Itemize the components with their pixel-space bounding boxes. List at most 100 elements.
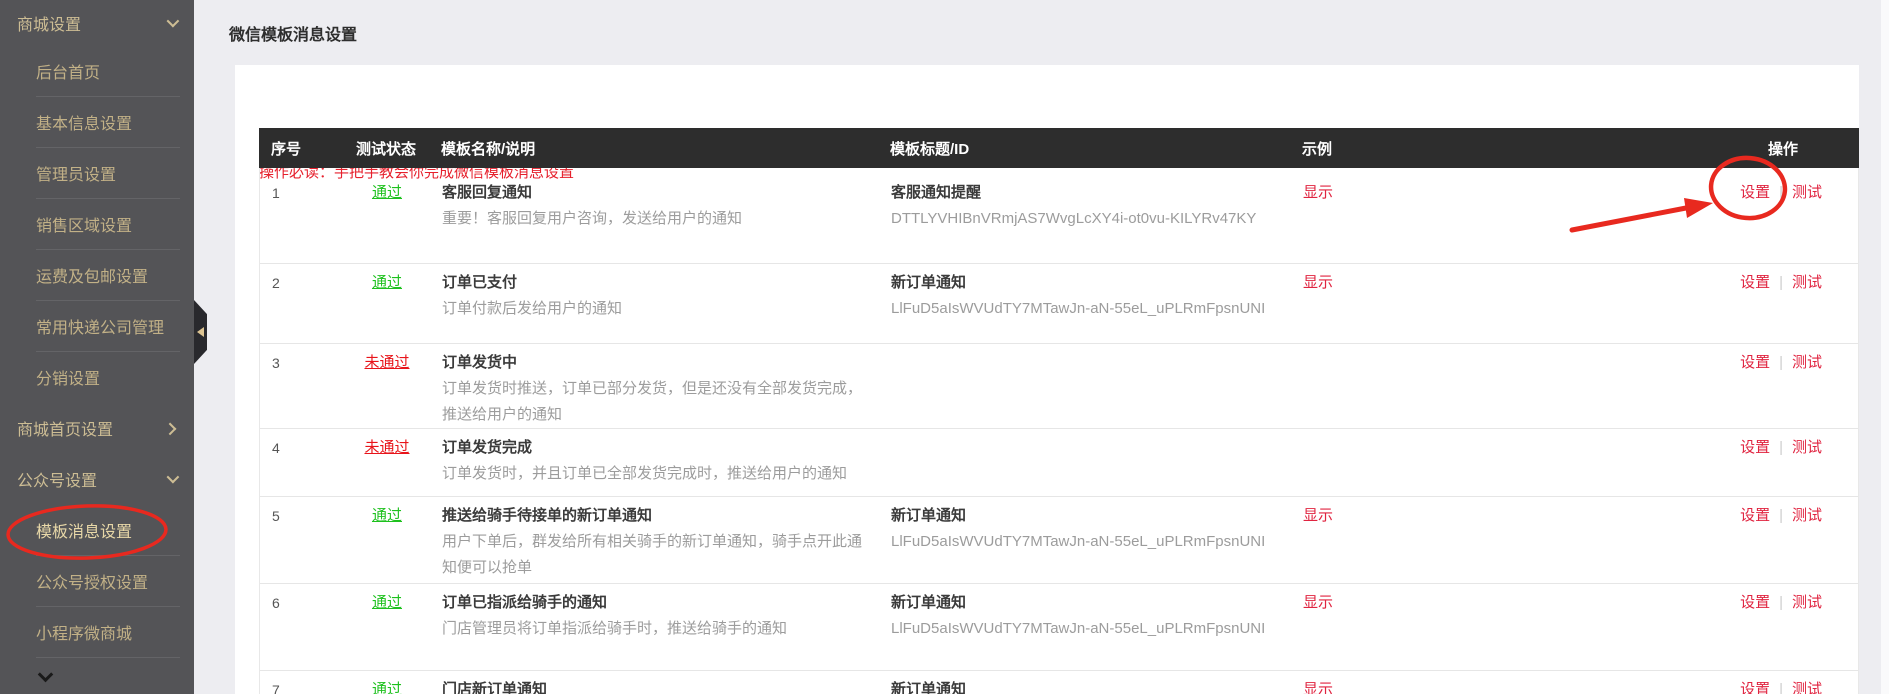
- scroll-down-chevron-icon[interactable]: [37, 666, 54, 683]
- template-name: 订单已支付: [442, 274, 518, 291]
- sidebar: 商城设置 后台首页 基本信息设置 管理员设置 销售区域设置 运费及包邮设置 常用…: [0, 0, 194, 694]
- sample-link[interactable]: 显示: [1303, 274, 1333, 291]
- sidebar-item-admin-settings[interactable]: 管理员设置: [0, 147, 194, 198]
- row-index: 6: [272, 595, 280, 611]
- action-separator: |: [1779, 354, 1783, 371]
- table-row: 4 未通过 订单发货完成 订单发货时，并且订单已全部发货完成时，推送给用户的通知…: [260, 428, 1858, 496]
- template-title: 客服通知提醒: [891, 184, 982, 201]
- template-desc: 用户下单后，群发给所有相关骑手的新订单通知，骑手点开此通知便可以抢单: [442, 533, 863, 576]
- test-link[interactable]: 测试: [1792, 507, 1822, 524]
- page-title: 微信模板消息设置: [229, 27, 358, 44]
- col-header-actions: 操作: [1767, 140, 1798, 158]
- sample-link[interactable]: 显示: [1303, 681, 1333, 694]
- sidebar-item-label: 商城设置: [17, 16, 82, 34]
- action-separator: |: [1779, 184, 1783, 201]
- settings-link[interactable]: 设置: [1740, 354, 1770, 371]
- sidebar-item-template-message-settings[interactable]: 模板消息设置: [0, 504, 194, 555]
- row-index: 7: [272, 682, 280, 694]
- template-message-table: 序号 测试状态 模板名称/说明 模板标题/ID 示例 操作 1 通过 客服回复通…: [259, 128, 1859, 694]
- col-header-title-id: 模板标题/ID: [890, 140, 970, 158]
- template-id: LlFuD5aIsWVUdTY7MTawJn-aN-55eL_uPLRmFpsn…: [891, 300, 1266, 317]
- table-row: 5 通过 推送给骑手待接单的新订单通知 用户下单后，群发给所有相关骑手的新订单通…: [260, 496, 1858, 583]
- sidebar-item-mall-settings[interactable]: 商城设置: [0, 0, 194, 45]
- chevron-right-icon: [163, 422, 177, 436]
- right-scrollbar-gutter[interactable]: [1881, 0, 1889, 694]
- sidebar-item-label: 后台首页: [36, 64, 101, 82]
- sample-link[interactable]: 显示: [1303, 184, 1333, 201]
- settings-link[interactable]: 设置: [1740, 594, 1770, 611]
- settings-link[interactable]: 设置: [1740, 439, 1770, 456]
- sidebar-item-courier-management[interactable]: 常用快递公司管理: [0, 300, 194, 351]
- template-id: LlFuD5aIsWVUdTY7MTawJn-aN-55eL_uPLRmFpsn…: [891, 533, 1266, 550]
- table-row: 6 通过 订单已指派给骑手的通知 门店管理员将订单指派给骑手时，推送给骑手的通知…: [260, 583, 1858, 670]
- template-name: 门店新订单通知: [442, 681, 548, 694]
- status-link[interactable]: 通过: [372, 184, 402, 201]
- sidebar-item-distribution-settings[interactable]: 分销设置: [0, 351, 194, 402]
- template-desc: 订单发货时，并且订单已全部发货完成时，推送给用户的通知: [442, 465, 848, 482]
- settings-link[interactable]: 设置: [1740, 507, 1770, 524]
- action-separator: |: [1779, 507, 1783, 524]
- template-name: 客服回复通知: [442, 184, 533, 201]
- sidebar-item-official-account-auth[interactable]: 公众号授权设置: [0, 555, 194, 606]
- template-desc: 门店管理员将订单指派给骑手时，推送给骑手的通知: [442, 620, 788, 637]
- collapse-left-arrow-icon: [197, 327, 204, 337]
- template-desc: 订单付款后发给用户的通知: [442, 300, 623, 317]
- chevron-down-icon: [166, 14, 180, 28]
- settings-link[interactable]: 设置: [1740, 681, 1770, 694]
- sidebar-item-label: 模板消息设置: [36, 523, 133, 541]
- sidebar-item-label: 分销设置: [36, 370, 101, 388]
- table-header-row: 序号 测试状态 模板名称/说明 模板标题/ID 示例 操作: [259, 128, 1859, 168]
- sidebar-item-label: 基本信息设置: [36, 115, 133, 133]
- sidebar-item-backend-home[interactable]: 后台首页: [0, 45, 194, 96]
- table-row: 3 未通过 订单发货中 订单发货时推送，订单已部分发货，但是还没有全部发货完成，…: [260, 343, 1858, 428]
- template-id: DTTLYVHIBnVRmjAS7WvgLcXY4i-ot0vu-KILYRv4…: [891, 210, 1257, 227]
- status-link[interactable]: 通过: [372, 594, 402, 611]
- table-row: 2 通过 订单已支付 订单付款后发给用户的通知 新订单通知 LlFuD5aIsW…: [260, 263, 1858, 343]
- test-link[interactable]: 测试: [1792, 681, 1822, 694]
- status-link[interactable]: 未通过: [364, 439, 409, 456]
- sidebar-item-basic-info[interactable]: 基本信息设置: [0, 96, 194, 147]
- test-link[interactable]: 测试: [1792, 439, 1822, 456]
- sidebar-item-label: 管理员设置: [36, 166, 117, 184]
- test-link[interactable]: 测试: [1792, 354, 1822, 371]
- row-index: 5: [272, 508, 280, 524]
- table-row: 1 通过 客服回复通知 重要！客服回复用户咨询，发送给用户的通知 客服通知提醒 …: [260, 168, 1858, 263]
- sidebar-item-label: 小程序微商城: [36, 625, 133, 643]
- settings-link[interactable]: 设置: [1740, 274, 1770, 291]
- table-row: 7 通过 门店新订单通知 新订单通知 显示 设置 | 测试: [260, 670, 1858, 694]
- settings-link[interactable]: 设置: [1740, 184, 1770, 201]
- table-body: 1 通过 客服回复通知 重要！客服回复用户咨询，发送给用户的通知 客服通知提醒 …: [259, 168, 1859, 694]
- sample-link[interactable]: 显示: [1303, 594, 1333, 611]
- test-link[interactable]: 测试: [1792, 594, 1822, 611]
- col-header-name: 模板名称/说明: [441, 140, 536, 158]
- row-index: 4: [272, 440, 280, 456]
- status-link[interactable]: 通过: [372, 507, 402, 524]
- template-title: 新订单通知: [891, 594, 967, 611]
- test-link[interactable]: 测试: [1792, 184, 1822, 201]
- content-panel: 操作必读：手把手教会你完成微信模板消息设置 序号 测试状态 模板名称/说明 模板…: [235, 65, 1859, 694]
- sidebar-item-official-account-settings[interactable]: 公众号设置: [0, 453, 194, 504]
- sidebar-item-mall-homepage-settings[interactable]: 商城首页设置: [0, 402, 194, 453]
- test-link[interactable]: 测试: [1792, 274, 1822, 291]
- col-header-sample: 示例: [1302, 140, 1333, 158]
- sidebar-footer: [0, 657, 194, 694]
- sidebar-item-label: 公众号授权设置: [36, 574, 149, 592]
- status-link[interactable]: 通过: [372, 681, 402, 694]
- sidebar-item-miniprogram-mall[interactable]: 小程序微商城: [0, 606, 194, 657]
- sidebar-item-sales-region[interactable]: 销售区域设置: [0, 198, 194, 249]
- action-separator: |: [1779, 274, 1783, 291]
- sidebar-item-shipping-settings[interactable]: 运费及包邮设置: [0, 249, 194, 300]
- status-link[interactable]: 未通过: [364, 354, 409, 371]
- sidebar-item-label: 常用快递公司管理: [36, 319, 165, 337]
- sidebar-item-label: 商城首页设置: [17, 421, 114, 439]
- action-separator: |: [1779, 439, 1783, 456]
- sidebar-collapse-handle[interactable]: [194, 300, 207, 364]
- status-link[interactable]: 通过: [372, 274, 402, 291]
- template-id: LlFuD5aIsWVUdTY7MTawJn-aN-55eL_uPLRmFpsn…: [891, 620, 1266, 637]
- template-title: 新订单通知: [891, 681, 967, 694]
- action-separator: |: [1779, 681, 1783, 694]
- sidebar-item-label: 公众号设置: [17, 472, 98, 490]
- template-desc: 订单发货时推送，订单已部分发货，但是还没有全部发货完成，推送给用户的通知: [442, 380, 863, 423]
- sample-link[interactable]: 显示: [1303, 507, 1333, 524]
- col-header-index: 序号: [271, 140, 302, 158]
